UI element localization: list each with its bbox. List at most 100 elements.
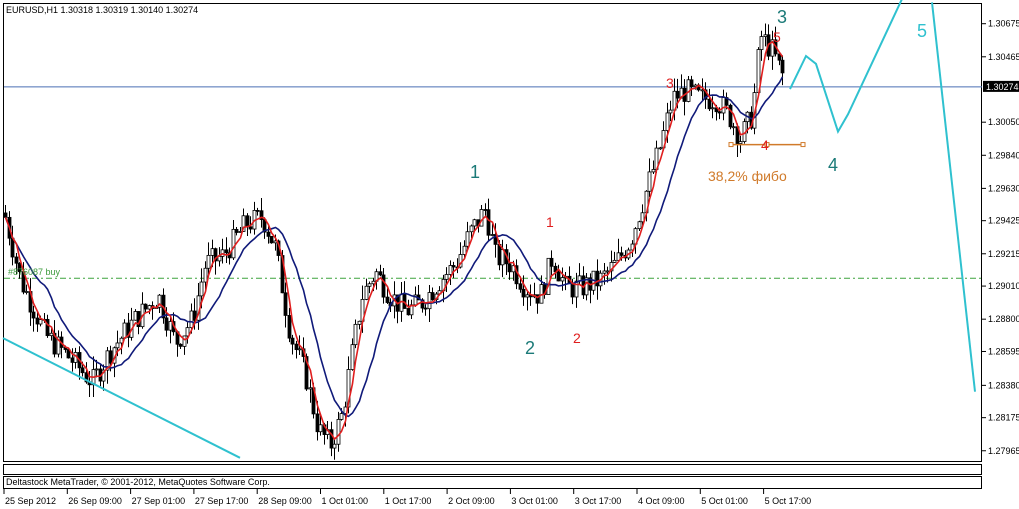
candle-body bbox=[665, 112, 670, 131]
order-line-label[interactable]: #876087 buy bbox=[8, 267, 61, 277]
time-tick-label: 5 Oct 17:00 bbox=[765, 496, 812, 506]
time-tick-label: 3 Oct 17:00 bbox=[575, 496, 622, 506]
candle-body bbox=[10, 237, 15, 258]
candle-body bbox=[31, 311, 36, 319]
candle-body bbox=[507, 263, 512, 273]
time-tick-label: 1 Oct 17:00 bbox=[385, 496, 432, 506]
price-tick-label: 1.30050 bbox=[988, 117, 1019, 127]
current-price-label: 1.30274 bbox=[986, 82, 1019, 92]
candle-body bbox=[490, 234, 495, 236]
wave-label-small-1: 1 bbox=[546, 214, 554, 230]
wave-label-large-1: 1 bbox=[470, 162, 480, 182]
price-tick-label: 1.29215 bbox=[988, 249, 1019, 259]
current-price-tag: 1.30274 bbox=[983, 80, 1019, 92]
candle-body bbox=[192, 310, 197, 321]
candle-body bbox=[497, 243, 502, 266]
candle-body bbox=[759, 36, 764, 50]
candle-body bbox=[675, 90, 680, 99]
candle-body bbox=[290, 337, 295, 345]
candle-body bbox=[245, 215, 250, 228]
candle-body bbox=[560, 277, 565, 282]
wave-label-small-4: 4 bbox=[761, 137, 769, 153]
wave-label-small-3: 3 bbox=[666, 75, 674, 91]
candle-body bbox=[182, 335, 187, 347]
candle-body bbox=[364, 285, 369, 300]
candle-body bbox=[637, 221, 642, 230]
candle-body bbox=[518, 283, 523, 290]
candle-body bbox=[189, 310, 194, 329]
candle-body bbox=[619, 252, 624, 256]
price-tick-label: 1.28800 bbox=[988, 314, 1019, 324]
candle-body bbox=[315, 413, 320, 433]
price-tick-label: 1.28175 bbox=[988, 413, 1019, 423]
candle-body bbox=[668, 109, 673, 114]
candle-body bbox=[689, 79, 694, 88]
candle-body bbox=[255, 210, 260, 212]
time-tick-label: 1 Oct 01:00 bbox=[322, 496, 369, 506]
candle-body bbox=[332, 443, 337, 449]
price-tick-label: 1.29840 bbox=[988, 150, 1019, 160]
candle-body bbox=[234, 228, 239, 233]
candle-body bbox=[70, 357, 75, 363]
candle-body bbox=[367, 283, 372, 287]
candle-body bbox=[80, 367, 85, 374]
candle-body bbox=[248, 226, 253, 230]
copyright-text: Deltastock MetaTrader, © 2001-2012, Meta… bbox=[6, 477, 270, 487]
candle-body bbox=[738, 141, 743, 144]
candle-body bbox=[472, 219, 477, 227]
candle-body bbox=[651, 169, 656, 173]
candle-body bbox=[717, 111, 722, 114]
candle-body bbox=[94, 368, 99, 371]
candle-body bbox=[483, 209, 488, 211]
candle-body bbox=[357, 320, 362, 325]
candle-body bbox=[143, 303, 148, 310]
candle-body bbox=[728, 104, 733, 128]
candle-body bbox=[427, 292, 432, 310]
chart-window[interactable]: 1.30675 1.30465 1.30050 1.29840 1.29630 1.294… bbox=[0, 0, 1019, 509]
time-tick-label: 3 Oct 01:00 bbox=[511, 496, 558, 506]
wave-label-large-5: 5 bbox=[917, 21, 927, 41]
candle-body bbox=[206, 254, 211, 269]
candle-body bbox=[763, 34, 768, 37]
time-tick-label: 25 Sep 2012 bbox=[5, 496, 56, 506]
candle-body bbox=[444, 274, 449, 280]
candle-body bbox=[283, 292, 288, 316]
price-tick-label: 1.30675 bbox=[988, 19, 1019, 29]
candle-body bbox=[521, 288, 526, 298]
price-chart[interactable]: 1.30675 1.30465 1.30050 1.29840 1.29630 1.294… bbox=[0, 0, 1019, 509]
candle-body bbox=[38, 319, 43, 325]
candle-body bbox=[294, 343, 299, 350]
candle-body bbox=[780, 59, 785, 74]
wave-label-small-2: 2 bbox=[573, 330, 581, 346]
candle-body bbox=[721, 97, 726, 114]
price-tick-label: 1.28380 bbox=[988, 380, 1019, 390]
price-tick-label: 1.27965 bbox=[988, 446, 1019, 456]
candle-body bbox=[350, 344, 355, 370]
candle-body bbox=[710, 107, 715, 110]
candle-body bbox=[448, 265, 453, 275]
candle-body bbox=[3, 212, 8, 218]
price-tick-label: 1.29010 bbox=[988, 281, 1019, 291]
price-tick-label: 1.30465 bbox=[988, 52, 1019, 62]
candle-body bbox=[381, 274, 386, 298]
candle-body bbox=[266, 231, 271, 237]
candle-body bbox=[595, 270, 600, 287]
wave-label-small-5: 5 bbox=[773, 29, 781, 45]
candle-body bbox=[486, 209, 491, 236]
time-axis: 25 Sep 2012 26 Sep 09:00 27 Sep 01:00 27 Se… bbox=[3, 489, 812, 506]
candle-body bbox=[318, 424, 323, 433]
price-tick-label: 1.28595 bbox=[988, 346, 1019, 356]
candle-body bbox=[164, 317, 169, 331]
candle-body bbox=[287, 315, 292, 339]
candle-body bbox=[612, 259, 617, 263]
candle-body bbox=[133, 311, 138, 321]
candle-body bbox=[203, 267, 208, 283]
candle-body bbox=[115, 342, 120, 349]
wave-label-large-3: 3 bbox=[777, 7, 787, 27]
candle-body bbox=[353, 323, 358, 346]
candle-body bbox=[339, 413, 344, 420]
candle-body bbox=[336, 419, 341, 445]
candle-body bbox=[108, 350, 113, 364]
candle-body bbox=[406, 308, 411, 316]
candle-body bbox=[199, 281, 204, 297]
